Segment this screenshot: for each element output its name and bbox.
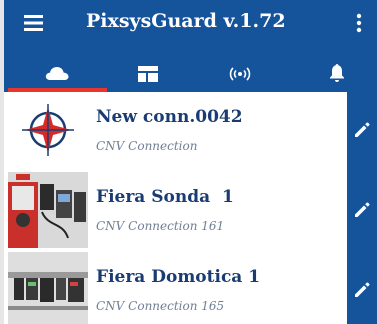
list-item[interactable]: Fiera Domotica 1 CNV Connection 165 — [4, 252, 377, 324]
device-photo-icon — [8, 172, 88, 248]
tab-wireless[interactable] — [200, 56, 280, 90]
tab-notifications[interactable] — [297, 56, 377, 90]
bell-icon — [330, 64, 344, 82]
connection-thumbnail — [8, 252, 88, 324]
list-item[interactable]: New conn.0042 CNV Connection — [4, 92, 377, 172]
cloud-icon — [45, 67, 69, 80]
connection-thumbnail — [8, 172, 88, 248]
connection-thumbnail — [8, 92, 88, 168]
more-options-icon[interactable] — [353, 11, 365, 35]
connection-title: Fiera Sonda 1 — [96, 187, 234, 207]
crosshair-logo-icon — [22, 104, 74, 156]
wireless-signal-icon — [229, 67, 251, 81]
connection-title: New conn.0042 — [96, 107, 243, 127]
edit-button[interactable] — [347, 252, 377, 324]
app-title: PixsysGuard v.1.72 — [86, 10, 286, 32]
hamburger-menu-icon[interactable] — [22, 12, 46, 34]
pencil-icon — [355, 202, 370, 217]
connection-title: Fiera Domotica 1 — [96, 267, 261, 287]
edit-button[interactable] — [347, 92, 377, 172]
tab-cloud[interactable] — [18, 56, 98, 90]
top-app-bar: PixsysGuard v.1.72 — [4, 0, 377, 92]
connection-subtitle: CNV Connection — [96, 139, 198, 153]
tab-dashboard[interactable] — [108, 56, 188, 90]
connection-subtitle: CNV Connection 165 — [96, 299, 225, 313]
connection-subtitle: CNV Connection 161 — [96, 219, 225, 233]
pencil-icon — [355, 122, 370, 137]
edit-button[interactable] — [347, 172, 377, 252]
pencil-icon — [355, 282, 370, 297]
app-window: PixsysGuard v.1.72 New conn.0042 CNV Con… — [4, 0, 377, 324]
device-photo-icon — [8, 252, 88, 324]
list-item[interactable]: Fiera Sonda 1 CNV Connection 161 — [4, 172, 377, 252]
dashboard-icon — [138, 66, 158, 82]
